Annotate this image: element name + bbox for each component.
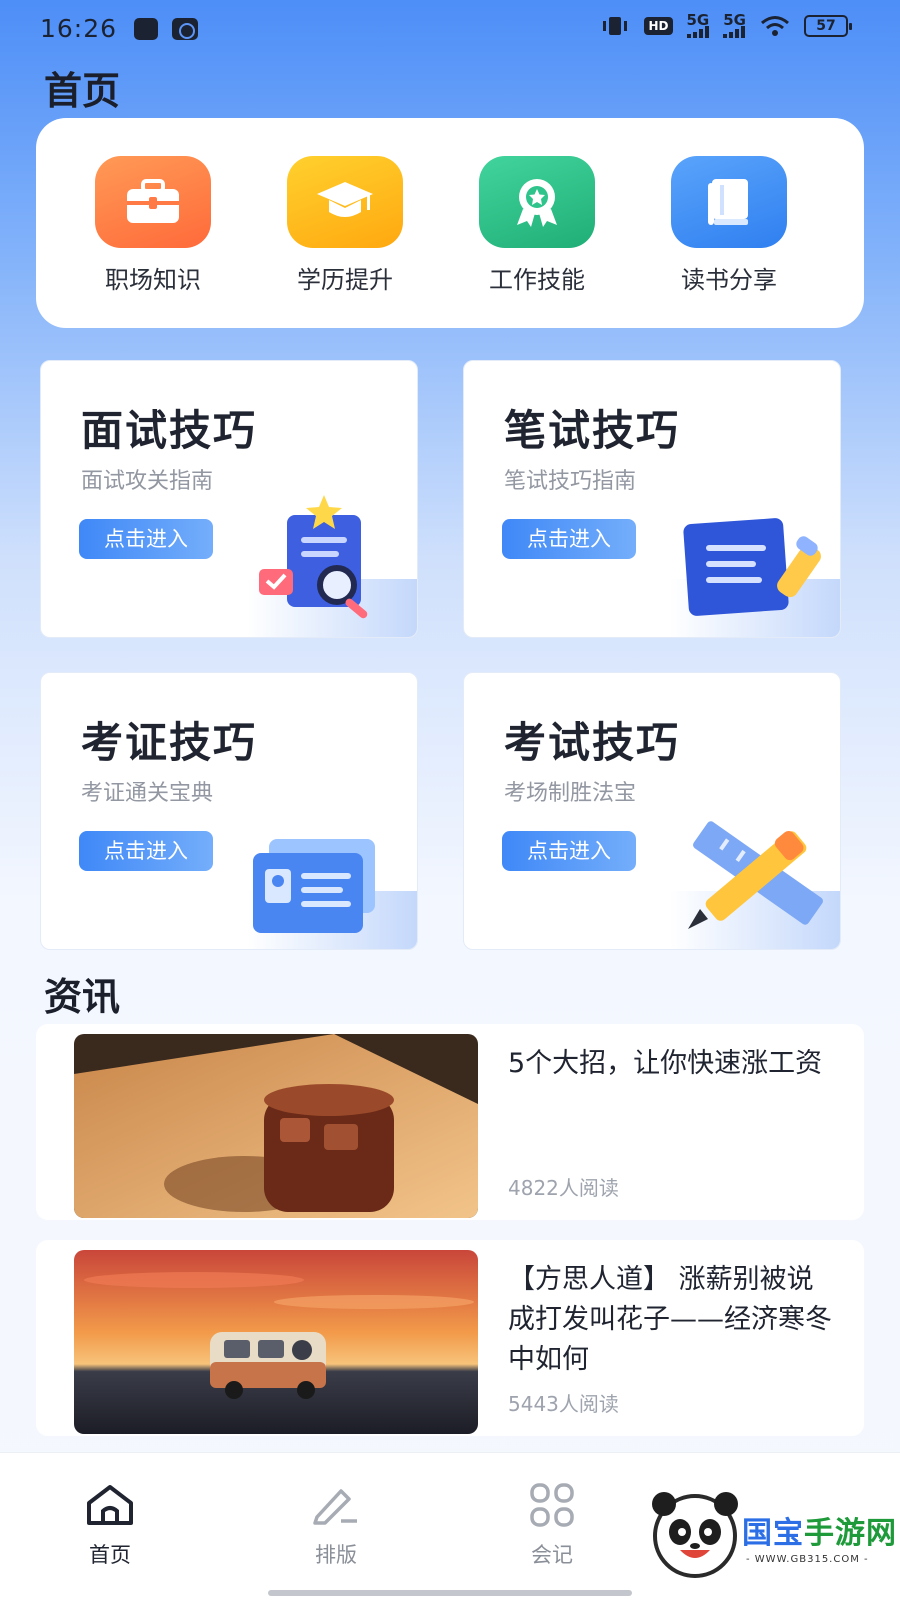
grid-icon [492,1479,612,1531]
tip-card-interview[interactable]: 面试技巧 面试攻关指南 点击进入 [40,360,418,638]
watermark-brand-b: 手游网 [804,1516,897,1551]
tip-card-exam[interactable]: 考试技巧 考场制胜法宝 点击进入 [463,672,841,950]
tip-card-title: 面试技巧 [81,406,258,455]
quick-entry-skills[interactable]: 工作技能 [462,156,612,295]
award-badge-icon [479,156,595,248]
tip-card-subtitle: 面试攻关指南 [81,469,214,494]
watermark-logo: 国宝手游网 - WWW.GB315.COM - [650,1486,900,1586]
panda-icon [652,1492,738,1578]
tip-card-title: 笔试技巧 [504,406,681,455]
tip-card-certificate[interactable]: 考证技巧 考证通关宝典 点击进入 [40,672,418,950]
home-indicator[interactable] [268,1590,632,1596]
status-right: HD 5G 5G 57 [600,11,852,38]
battery-icon: 57 [804,15,852,37]
signal-icon: 5G [686,11,710,38]
news-title: 【方思人道】 涨薪别被说成打发叫花子——经济寒冬中如何 [508,1264,832,1375]
enter-button[interactable]: 点击进入 [79,831,213,871]
home-icon [50,1479,170,1531]
hd-badge: HD [644,17,673,35]
network-type: 5G [686,11,710,29]
quick-entry-label: 学历提升 [297,266,393,294]
camera-notification-icon [172,18,198,40]
tip-card-subtitle: 笔试技巧指南 [504,469,637,494]
signal-icon-2: 5G [723,11,746,38]
quick-entry-label: 职场知识 [105,266,201,294]
briefcase-icon [95,156,211,248]
notification-icons [134,18,198,40]
nav-label: 会记 [531,1543,573,1567]
tip-card-title: 考试技巧 [504,718,681,767]
news-read-count: 4822人阅读 [508,1176,619,1200]
watermark-brand-a: 国宝 [742,1516,804,1551]
graduation-cap-icon [287,156,403,248]
enter-button[interactable]: 点击进入 [502,519,636,559]
status-bar: 16:26 HD 5G 5G 57 [0,0,900,56]
book-icon [671,156,787,248]
news-image [74,1034,478,1218]
tip-card-subtitle: 考证通关宝典 [81,781,214,806]
nav-label: 排版 [315,1543,357,1567]
quick-entry-education[interactable]: 学历提升 [270,156,420,295]
news-image [74,1250,478,1434]
quick-entry-card: 职场知识 学历提升 工作技能 读书分享 [36,118,864,328]
network-type-2: 5G [723,11,746,29]
edit-icon [276,1479,396,1531]
enter-button[interactable]: 点击进入 [79,519,213,559]
vibrate-icon [603,17,628,35]
nav-tab-home[interactable]: 首页 [50,1479,170,1569]
pencil-ruler-icon [688,821,823,929]
quick-entry-workplace[interactable]: 职场知识 [78,156,228,295]
status-time: 16:26 [40,14,118,43]
news-section-title: 资讯 [44,975,121,1019]
app-notification-icon [134,18,158,40]
tip-card-title: 考证技巧 [81,718,258,767]
tip-card-subtitle: 考场制胜法宝 [504,781,637,806]
watermark-url: - WWW.GB315.COM - [746,1554,869,1565]
resume-magnifier-icon [259,495,368,619]
news-title: 5个大招，让你快速涨工资 [508,1048,823,1079]
quick-entry-label: 工作技能 [489,266,585,294]
news-item[interactable]: 【方思人道】 涨薪别被说成打发叫花子——经济寒冬中如何 5443人阅读 [36,1240,864,1436]
nav-label: 首页 [89,1543,131,1567]
id-card-icon [253,839,375,933]
quick-entry-label: 读书分享 [681,266,777,294]
wifi-icon [761,16,789,36]
quick-entry-reading[interactable]: 读书分享 [654,156,804,295]
page-title: 首页 [44,69,121,113]
enter-button[interactable]: 点击进入 [502,831,636,871]
watermark-brand: 国宝手游网 [742,1508,897,1552]
notebook-pencil-icon [683,518,821,616]
nav-tab-layout[interactable]: 排版 [276,1479,396,1569]
news-read-count: 5443人阅读 [508,1392,619,1416]
battery-level: 57 [816,18,836,34]
tip-card-written-test[interactable]: 笔试技巧 笔试技巧指南 点击进入 [463,360,841,638]
nav-tab-notes[interactable]: 会记 [492,1479,612,1569]
news-item[interactable]: 5个大招，让你快速涨工资 4822人阅读 [36,1024,864,1220]
